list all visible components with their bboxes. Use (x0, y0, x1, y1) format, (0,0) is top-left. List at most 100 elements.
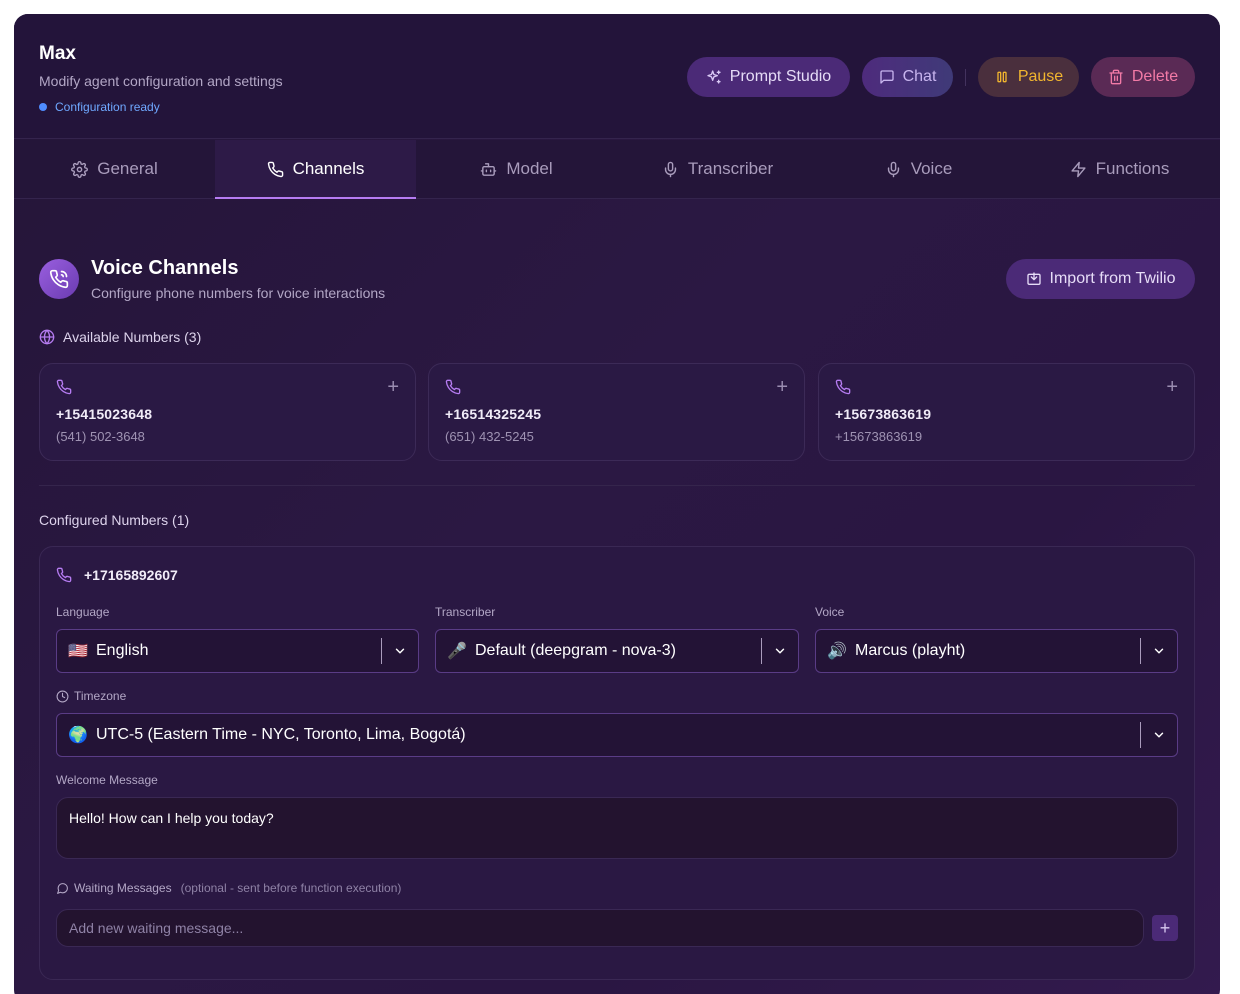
message-circle-icon (57, 882, 68, 894)
phone-number: +16514325245 (445, 406, 542, 422)
phone-icon (56, 567, 72, 583)
configured-number: +17165892607 (84, 567, 178, 583)
tab-label: General (97, 159, 158, 178)
status-text: Configuration ready (55, 100, 160, 114)
tab-label: Voice (910, 159, 953, 178)
tab-transcriber[interactable]: Transcriber (617, 140, 818, 198)
mic-icon (664, 161, 676, 177)
phone-number-formatted: +15673863619 (835, 429, 923, 444)
chevron-down-icon[interactable] (1141, 644, 1177, 658)
delete-button[interactable]: Delete (1091, 57, 1195, 97)
tab-bar: General Channels Model Transcriber Voice… (14, 140, 1220, 199)
tab-channels[interactable]: Channels (215, 140, 416, 199)
select-separator (761, 638, 762, 664)
transcriber-value: Default (deepgram - nova-3) (475, 642, 676, 659)
section-divider (39, 485, 1195, 486)
import-from-twilio-button[interactable]: Import from Twilio (1006, 259, 1195, 299)
chat-label: Chat (902, 68, 937, 85)
phone-icon (56, 379, 72, 395)
phone-icon (835, 379, 851, 395)
status-indicator: Configuration ready (39, 100, 160, 114)
timezone-select[interactable]: 🌍 UTC-5 (Eastern Time - NYC, Toronto, Li… (56, 713, 1178, 757)
add-number-plus-icon[interactable]: + (387, 377, 399, 397)
trash-icon (1109, 69, 1123, 85)
transcriber-select[interactable]: 🎤 Default (deepgram - nova-3) (435, 629, 799, 673)
add-number-plus-icon[interactable]: + (1166, 377, 1178, 397)
globe-icon (39, 329, 55, 345)
agent-name: Max (39, 43, 76, 64)
phone-number: +15415023648 (56, 406, 153, 422)
configured-number-card: +17165892607 Language 🇺🇸 English Transcr… (39, 546, 1195, 980)
section-subtitle: Configure phone numbers for voice intera… (91, 285, 386, 301)
mic-icon (887, 161, 899, 177)
agent-subtitle: Modify agent configuration and settings (39, 73, 283, 89)
chevron-down-icon[interactable] (1141, 728, 1177, 742)
transcriber-label: Transcriber (435, 605, 496, 619)
available-number-card: + +15673863619 +15673863619 (818, 363, 1195, 461)
language-value: English (96, 642, 149, 659)
tab-label: Channels (292, 159, 365, 178)
prompt-studio-label: Prompt Studio (729, 68, 832, 85)
pause-icon (997, 71, 1007, 83)
agent-config-panel: Max Modify agent configuration and setti… (14, 14, 1220, 994)
tab-general[interactable]: General (14, 140, 215, 198)
phone-number: +15673863619 (835, 406, 932, 422)
waiting-messages-label: Waiting Messages (74, 881, 172, 895)
tab-model[interactable]: Model (416, 140, 617, 198)
sparkles-icon (707, 70, 721, 84)
tab-voice[interactable]: Voice (818, 140, 1019, 198)
chevron-down-icon[interactable] (382, 644, 418, 658)
microphone-emoji-icon: 🎤 (447, 643, 467, 660)
select-separator (1140, 638, 1141, 664)
tab-functions[interactable]: Functions (1019, 140, 1220, 198)
add-number-plus-icon[interactable]: + (776, 377, 788, 397)
voice-select[interactable]: 🔊 Marcus (playht) (815, 629, 1178, 673)
globe-emoji-icon: 🌍 (68, 727, 88, 744)
status-dot-icon (39, 103, 47, 111)
clock-icon (56, 690, 69, 702)
add-waiting-message-button[interactable]: + (1152, 915, 1178, 941)
phone-call-icon (49, 269, 69, 289)
waiting-message-input[interactable]: Add new waiting message... (56, 909, 1144, 947)
welcome-message-textarea[interactable]: Hello! How can I help you today? (56, 797, 1178, 859)
import-icon (1026, 272, 1041, 285)
timezone-label: Timezone (74, 689, 127, 703)
timezone-label-row: Timezone (56, 689, 126, 703)
bolt-icon (1071, 161, 1086, 177)
gear-icon (71, 160, 89, 178)
tab-label: Functions (1095, 159, 1170, 178)
available-number-card: + +16514325245 (651) 432-5245 (428, 363, 805, 461)
tab-label: Model (506, 159, 553, 178)
chat-bubble-icon (879, 70, 894, 84)
phone-icon (267, 161, 283, 177)
bot-icon (481, 162, 497, 176)
section-title: Voice Channels (91, 257, 239, 279)
delete-label: Delete (1131, 68, 1179, 85)
chevron-down-icon[interactable] (762, 644, 798, 658)
language-select[interactable]: 🇺🇸 English (56, 629, 419, 673)
available-numbers-title: Available Numbers (3) (63, 329, 202, 345)
configured-number-row: +17165892607 (56, 567, 178, 583)
phone-number-formatted: (541) 502-3648 (56, 429, 145, 444)
pause-button[interactable]: Pause (978, 57, 1079, 97)
available-numbers-heading: Available Numbers (3) (39, 329, 201, 345)
waiting-messages-hint: (optional - sent before function executi… (180, 881, 402, 895)
prompt-studio-button[interactable]: Prompt Studio (687, 57, 850, 97)
select-separator (1140, 722, 1141, 748)
tab-label: Transcriber (687, 159, 774, 178)
pause-label: Pause (1017, 68, 1064, 85)
header-divider (965, 69, 966, 86)
select-separator (381, 638, 382, 664)
us-flag-icon: 🇺🇸 (68, 643, 88, 660)
language-label: Language (56, 605, 110, 619)
phone-icon (445, 379, 461, 395)
header: Max Modify agent configuration and setti… (14, 14, 1220, 139)
voice-value: Marcus (playht) (855, 642, 966, 659)
phone-number-formatted: (651) 432-5245 (445, 429, 534, 444)
voice-channels-icon-badge (39, 259, 79, 299)
timezone-value: UTC-5 (Eastern Time - NYC, Toronto, Lima… (96, 726, 466, 743)
configured-numbers-title: Configured Numbers (1) (39, 512, 190, 528)
chat-button[interactable]: Chat (862, 57, 953, 97)
welcome-message-label: Welcome Message (56, 773, 158, 787)
speaker-emoji-icon: 🔊 (827, 643, 847, 660)
